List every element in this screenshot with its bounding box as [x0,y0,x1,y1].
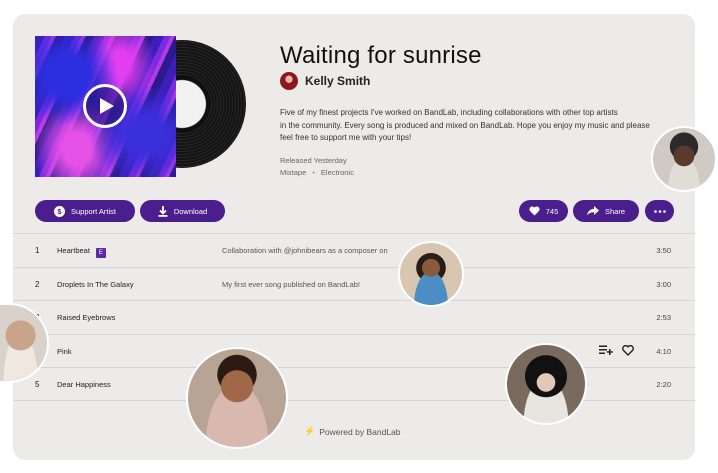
track-duration: 2:20 [656,380,671,389]
powered-by[interactable]: ⚡ Powered by BandLab [304,426,401,437]
lightning-icon: ⚡ [304,426,316,436]
track-duration: 2:53 [656,313,671,322]
track-title: Raised Eyebrows [57,313,116,322]
track-title: Heartbeat E [57,246,106,258]
track-title: Pink [57,346,72,356]
track-actions [599,344,634,356]
track-list: 1 Heartbeat E Collaboration with @johnibe… [13,233,695,401]
release-tags: Mixtape • Electronic [280,168,354,177]
share-label: Share [604,206,625,216]
track-row[interactable]: 5 Dear Happiness 2:20 [13,367,695,401]
track-number: 2 [35,279,40,289]
track-note: My first ever song published on BandLab! [222,279,360,289]
track-number: 1 [35,246,40,255]
community-avatar [398,241,464,307]
download-button[interactable]: Download [140,200,225,222]
more-options-button[interactable] [645,200,674,222]
download-icon [158,205,168,217]
track-note: Collaboration with @johnibears as a comp… [222,246,388,255]
heart-icon [529,206,540,216]
track-title: Dear Happiness [57,380,111,389]
explicit-badge: E [95,248,106,258]
track-number: 5 [35,380,40,389]
description-line: Five of my finest projects I've worked o… [280,108,618,117]
artist-avatar[interactable] [280,72,298,90]
track-duration: 3:00 [656,279,671,289]
track-duration: 4:10 [656,346,671,356]
share-arrow-icon [586,206,599,216]
support-artist-label: Support Artist [70,206,117,216]
release-genre: Electronic [320,168,354,177]
artist-row[interactable]: Kelly Smith [280,72,370,90]
album-cover [35,36,176,177]
track-row[interactable]: 3 Raised Eyebrows 2:53 [13,300,695,334]
track-row[interactable]: 1 Heartbeat E Collaboration with @johnibe… [13,233,695,267]
release-date: Released Yesterday [280,156,347,165]
community-avatar [186,347,288,449]
powered-by-label: Powered by BandLab [319,426,401,437]
support-artist-button[interactable]: $ Support Artist [35,200,135,222]
community-avatar [651,126,717,192]
release-type: Mixtape [280,168,307,177]
description-line: feel free to support me with your tips! [280,133,412,142]
artist-name[interactable]: Kelly Smith [305,74,370,88]
heart-outline-icon[interactable] [622,344,634,356]
like-button[interactable]: 745 [519,200,568,222]
release-description: Five of my finest projects I've worked o… [280,107,670,145]
community-avatar [505,343,587,425]
track-row[interactable]: 4 Pink 4:10 [13,333,695,368]
separator-dot: • [312,168,315,177]
track-row[interactable]: 2 Droplets In The Galaxy My first ever s… [13,266,695,301]
like-count: 745 [545,206,559,216]
more-dots-icon [653,209,666,213]
track-duration: 3:50 [656,246,671,255]
dollar-coin-icon: $ [53,205,65,217]
download-label: Download [173,206,208,216]
track-title-text: Heartbeat [57,246,90,255]
share-button[interactable]: Share [573,200,639,222]
add-to-playlist-icon[interactable] [599,345,613,355]
description-line: in the community. Every song is produced… [280,120,650,130]
track-title: Droplets In The Galaxy [57,279,134,289]
play-button[interactable] [83,84,127,128]
play-icon [100,98,114,114]
release-title: Waiting for sunrise [280,42,482,69]
